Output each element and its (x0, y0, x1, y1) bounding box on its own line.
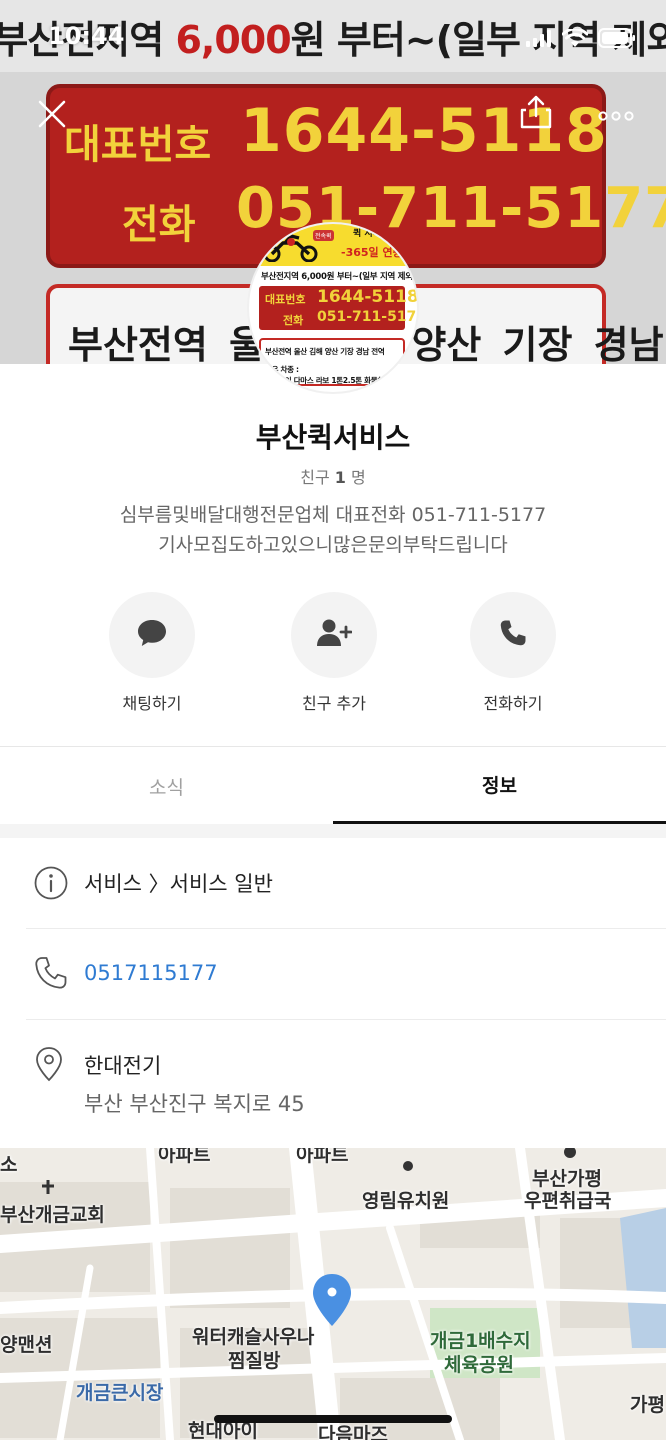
share-icon (518, 94, 554, 134)
avatar-areas: 부산전역 울산 김해 양산 기장 경남 전역 (265, 347, 385, 356)
close-icon (37, 99, 67, 133)
avatar-tel-number: 051-711-5177 (317, 309, 419, 325)
profile-name: 부산퀵서비스 (255, 421, 411, 454)
category-row: 서비스 〉서비스 일반 (26, 838, 666, 929)
avatar-days: -365일 연중무휴 (341, 246, 419, 259)
friends-label: 친구 (300, 468, 330, 487)
map-label-naengmyeon: 양맨션 (0, 1334, 53, 1356)
profile-avatar[interactable]: 전속퀵 퀵 서비 -365일 연중무휴 부산전지역 6,000원 부터~(일부 … (247, 222, 419, 394)
add-friend-circle (291, 592, 377, 678)
signal-icon (526, 29, 552, 51)
call-circle (470, 592, 556, 678)
avatar-phone-panel: 대표번호 1644-5118 전화 051-711-5177 (259, 286, 417, 330)
add-person-icon (316, 618, 353, 652)
avatar-headline: 부산전지역 6,000원 부터~(일부 지역 제외) (261, 272, 417, 282)
add-friend-label: 친구 추가 (302, 694, 366, 713)
close-button[interactable] (28, 92, 76, 140)
map-label-apt1: 아파트 (158, 1148, 211, 1166)
status-icons (526, 27, 636, 52)
avatar-rep-number: 1644-5118 (317, 287, 419, 307)
status-time: 10:44 (48, 22, 125, 50)
map-label-sauna-2: 찜질방 (228, 1350, 281, 1372)
location-pin-icon (34, 1046, 64, 1086)
call-button[interactable]: 전화하기 (443, 592, 583, 714)
category-text: 서비스 〉서비스 일반 (84, 872, 273, 896)
profile-section: 부산퀵서비스 친구 1 명 심부름및배달대행전문업체 대표전화 051-711-… (0, 364, 666, 746)
map-label-so: 소 (0, 1154, 18, 1176)
chat-bubble-icon (136, 618, 168, 652)
friends-number: 1 (334, 468, 346, 487)
avatar-title-fragment: 퀵 서비 (353, 229, 381, 239)
tab-news[interactable]: 소식 (0, 747, 333, 825)
friends-unit: 명 (351, 468, 366, 487)
chat-circle (109, 592, 195, 678)
map-label-apt2: 아파트 (296, 1148, 349, 1166)
address-row: 한대전기 부산 부산진구 복지로 45 (26, 1020, 666, 1148)
more-button[interactable] (592, 92, 640, 140)
map-label-sauna-1: 워터캐슬사우나 (192, 1326, 315, 1348)
avatar-rep-label: 대표번호 (265, 293, 306, 306)
address-text: 부산 부산진구 복지로 45 (84, 1092, 305, 1116)
friends-count: 친구 1 명 (0, 464, 666, 488)
cover-headline-accent: 6,000 (175, 17, 291, 62)
place-name: 한대전기 (84, 1054, 162, 1078)
map-label-daum: 다음마즈 (318, 1424, 388, 1440)
section-divider (0, 824, 666, 838)
phone-row[interactable]: 0517115177 (26, 929, 666, 1020)
info-list: 서비스 〉서비스 일반 0517115177 한대전기 부산 부산진구 복지로 … (0, 838, 666, 1148)
more-icon (597, 107, 635, 126)
phone-outline-icon (34, 955, 68, 995)
map-label-market: 개금큰시장 (76, 1382, 164, 1404)
wifi-icon (561, 27, 589, 52)
chat-button[interactable]: 채팅하기 (82, 592, 222, 714)
phone-icon (499, 619, 527, 651)
info-icon (34, 866, 68, 904)
battery-icon (598, 28, 636, 52)
cover-rep-label: 대표번호 (64, 122, 212, 168)
add-friend-button[interactable]: 친구 추가 (264, 592, 404, 714)
avatar-tel-label: 전화 (283, 314, 304, 327)
profile-description: 심부름및배달대행전문업체 대표전화 051-711-5177 기사모집도하고있으… (119, 504, 547, 556)
motorcycle-icon (261, 234, 321, 266)
avatar-vehicles-label: 보유 차종 : (265, 365, 299, 374)
chat-label: 채팅하기 (122, 694, 182, 713)
map-label-gapyeong: 가평 (630, 1394, 665, 1416)
tab-info[interactable]: 정보 (333, 747, 666, 825)
avatar-areas-panel: 부산전역 울산 김해 양산 기장 경남 전역 보유 차종 : 오토바이 다마스 … (259, 338, 405, 386)
share-button[interactable] (512, 90, 560, 138)
location-map[interactable]: 소 아파트 아파트 영림유치원 부산가평 우편취급국 부산개금교회 워터캐슬사우… (0, 1148, 666, 1440)
map-label-church: 부산개금교회 (0, 1204, 105, 1226)
map-label-park-1: 개금1배수지 (430, 1330, 531, 1352)
map-label-post-office-2: 우편취급국 (524, 1190, 612, 1212)
avatar-vehicles: 오토바이 다마스 라보 1톤2.5톤 화물차 (265, 376, 384, 385)
tab-bar: 소식 정보 (0, 746, 666, 825)
map-label-kindergarten: 영림유치원 (362, 1190, 450, 1212)
home-indicator (214, 1415, 452, 1423)
map-label-park-2: 체육공원 (444, 1354, 514, 1376)
phone-number-link[interactable]: 0517115177 (84, 961, 218, 985)
call-label: 전화하기 (483, 694, 543, 713)
cover-tel-label: 전화 (122, 202, 196, 248)
